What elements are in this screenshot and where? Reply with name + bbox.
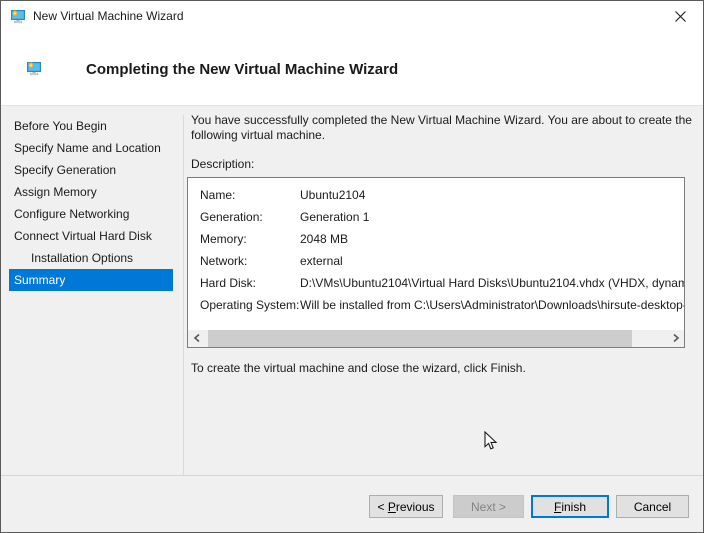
summary-row-label: Generation:: [200, 210, 263, 224]
chevron-right-icon: [672, 331, 680, 346]
summary-row-memory: Memory: 2048 MB: [188, 228, 684, 250]
close-button[interactable]: [658, 1, 703, 31]
sidebar-item-assign-memory[interactable]: Assign Memory: [9, 181, 173, 203]
scrollbar-thumb[interactable]: [208, 330, 632, 347]
summary-row-value: Will be installed from C:\Users\Administ…: [300, 298, 684, 312]
sidebar-item-summary[interactable]: Summary: [9, 269, 173, 291]
intro-text: You have successfully completed the New …: [191, 113, 692, 142]
sidebar-item-configure-networking[interactable]: Configure Networking: [9, 203, 173, 225]
summary-row-generation: Generation: Generation 1: [188, 206, 684, 228]
cancel-button[interactable]: Cancel: [616, 495, 689, 518]
scroll-left-button[interactable]: [188, 330, 205, 347]
summary-row-value: 2048 MB: [300, 232, 349, 246]
previous-button-accelerator: P: [387, 499, 396, 514]
previous-button-prefix: <: [377, 499, 388, 514]
titlebar: New Virtual Machine Wizard: [1, 1, 703, 33]
summary-row-label: Name:: [200, 188, 236, 202]
summary-row-value: Generation 1: [300, 210, 370, 224]
window-title: New Virtual Machine Wizard: [33, 9, 184, 23]
vm-monitor-icon: [10, 8, 26, 24]
previous-button-label: revious: [395, 499, 435, 514]
sidebar-item-installation-options[interactable]: Installation Options: [9, 247, 173, 269]
sidebar-item-specify-generation[interactable]: Specify Generation: [9, 159, 173, 181]
summary-row-label: Memory:: [200, 232, 247, 246]
wizard-page-title: Completing the New Virtual Machine Wizar…: [86, 61, 399, 78]
footer-divider: [1, 475, 703, 476]
summary-box: Name: Ubuntu2104 Generation: Generation 1 …: [187, 177, 685, 348]
sidebar-item-specify-name-and-location[interactable]: Specify Name and Location: [9, 137, 173, 159]
summary-row-operating-system: Operating System:Will be installed from …: [188, 294, 684, 316]
next-button[interactable]: Next >: [453, 495, 524, 518]
summary-row-label: Operating System:: [200, 298, 300, 312]
close-icon: [658, 10, 703, 23]
summary-row-value: external: [300, 254, 343, 268]
summary-row-label: Network:: [200, 254, 248, 268]
wizard-header: Completing the New Virtual Machine Wizar…: [1, 32, 703, 106]
summary-row-label: Hard Disk:: [200, 276, 257, 290]
wizard-steps-sidebar: Before You Begin Specify Name and Locati…: [1, 115, 183, 291]
summary-row-name: Name: Ubuntu2104: [188, 184, 684, 206]
summary-row-hard-disk: Hard Disk: D:\VMs\Ubuntu2104\Virtual Hard…: [188, 272, 684, 294]
summary-rows: Name: Ubuntu2104 Generation: Generation 1 …: [188, 184, 684, 316]
finish-instruction: To create the virtual machine and close …: [191, 361, 526, 375]
summary-row-value: D:\VMs\Ubuntu2104\Virtual Hard Disks\Ubu…: [300, 276, 684, 290]
summary-row-network: Network: external: [188, 250, 684, 272]
sidebar-item-before-you-begin[interactable]: Before You Begin: [9, 115, 173, 137]
horizontal-scrollbar[interactable]: [188, 330, 684, 347]
sidebar-divider: [183, 115, 184, 475]
mouse-cursor: [484, 430, 498, 454]
finish-button[interactable]: Finish: [531, 495, 609, 518]
new-vm-wizard-window: New Virtual Machine Wizard Completing th…: [0, 0, 704, 533]
vm-monitor-icon: [26, 60, 42, 76]
previous-button[interactable]: < Previous: [369, 495, 443, 518]
description-label: Description:: [191, 157, 255, 171]
scroll-right-button[interactable]: [667, 330, 684, 347]
scrollbar-track[interactable]: [205, 330, 667, 347]
finish-button-label: inish: [561, 499, 587, 514]
summary-row-value: Ubuntu2104: [300, 188, 366, 202]
chevron-left-icon: [193, 331, 201, 346]
sidebar-item-connect-virtual-hard-disk[interactable]: Connect Virtual Hard Disk: [9, 225, 173, 247]
